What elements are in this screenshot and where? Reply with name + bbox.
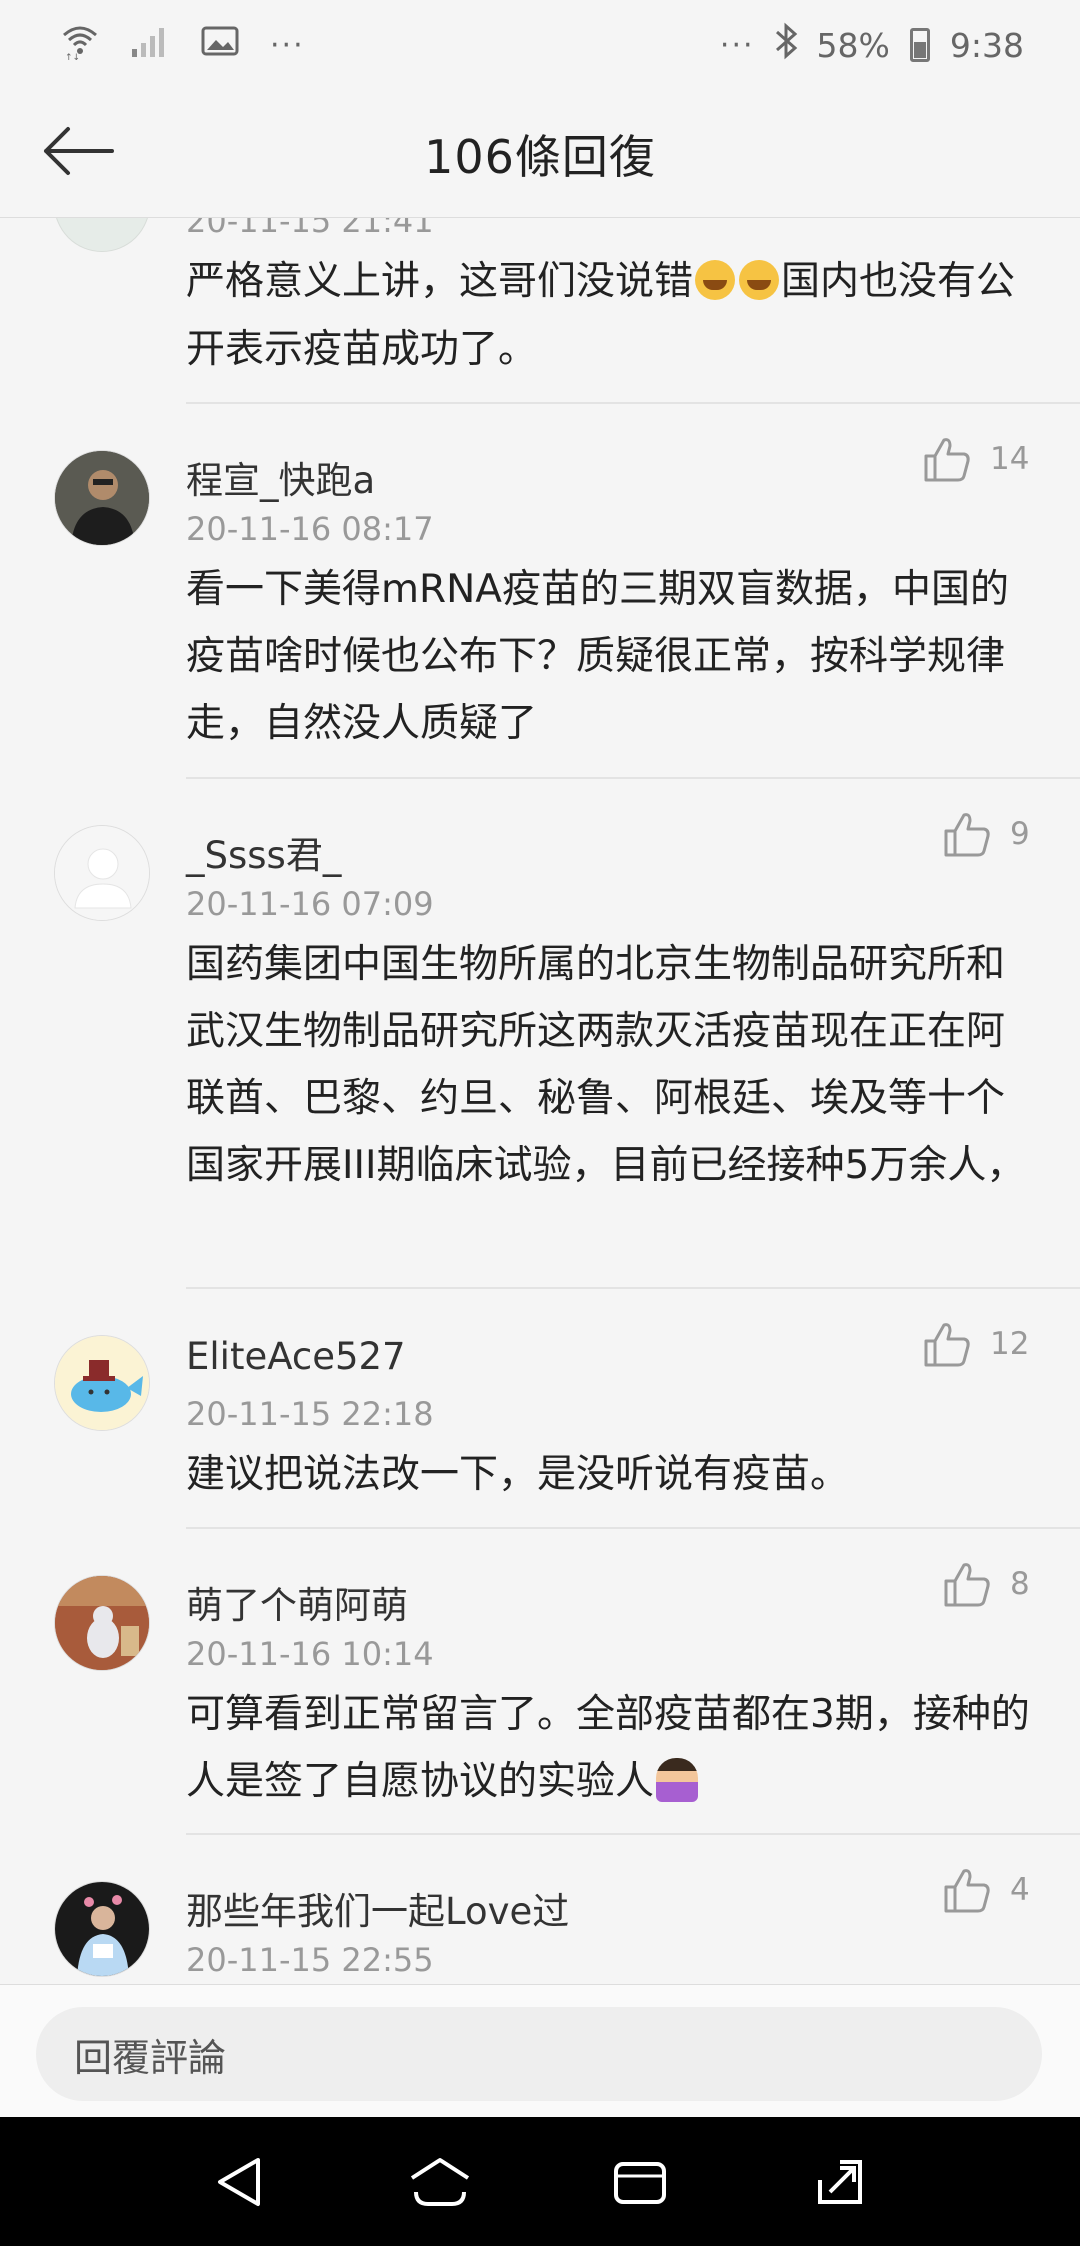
like-count: 12 bbox=[990, 1326, 1030, 1362]
comment-time: 20-11-15 21:41 bbox=[186, 218, 434, 240]
arrow-left-icon bbox=[40, 121, 116, 185]
home-icon bbox=[410, 2157, 470, 2206]
laugh-emoji-icon bbox=[695, 260, 736, 300]
comment-text: 看一下美得mRNA疫苗的三期双盲数据，中国的疫苗啥时候也公布下？质疑很正常，按科… bbox=[186, 567, 1009, 746]
comment-username[interactable]: EliteAce527 bbox=[186, 1335, 406, 1378]
like-button[interactable]: 9 bbox=[942, 809, 1030, 859]
comment-item: _Ssss君_ 20-11-16 07:09 9 国药集团中国生物所属的北京生物… bbox=[0, 779, 1080, 1289]
reply-input[interactable]: 回覆評論 bbox=[36, 2007, 1042, 2101]
comment-username[interactable]: _Ssss君_ bbox=[186, 825, 341, 879]
comment-time: 20-11-16 08:17 bbox=[186, 510, 434, 548]
like-count: 9 bbox=[1010, 816, 1030, 852]
like-button[interactable]: 14 bbox=[922, 434, 1029, 484]
nav-expand-button[interactable] bbox=[800, 2142, 880, 2222]
comment-text: 可算看到正常留言了。全部疫苗都在3期，接种的人是签了自愿协议的实验人 bbox=[186, 1681, 1042, 1815]
comment-text-part: 严格意义上讲，这哥们没说错 bbox=[186, 259, 694, 304]
nav-back-button[interactable] bbox=[200, 2142, 280, 2222]
page-title: 106條回復 bbox=[424, 129, 656, 184]
comment-text: 国药集团中国生物所属的北京生物制品研究所和武汉生物制品研究所这两款灭活疫苗现在正… bbox=[186, 942, 1026, 1188]
comment-item: EliteAce527 20-11-15 22:18 12 建议把说法改一下，是… bbox=[0, 1289, 1080, 1529]
comment-username[interactable]: 那些年我们一起Love过 bbox=[186, 1881, 569, 1935]
comment-item: 萌了个萌阿萌 20-11-16 10:14 8 可算看到正常留言了。全部疫苗都在… bbox=[0, 1529, 1080, 1835]
avatar[interactable] bbox=[54, 1575, 150, 1671]
like-count: 14 bbox=[990, 441, 1030, 477]
battery-icon bbox=[909, 28, 930, 62]
status-left: ↑↓ ··· bbox=[60, 21, 305, 69]
avatar[interactable] bbox=[54, 450, 150, 546]
avatar[interactable] bbox=[54, 218, 150, 252]
comment-text: 建议把说法改一下，是没听说有疫苗。 bbox=[186, 1452, 850, 1497]
app-header: 106條回復 bbox=[0, 90, 1080, 218]
thumbs-up-icon bbox=[944, 1869, 990, 1913]
clock: 9:38 bbox=[949, 25, 1024, 65]
like-button[interactable]: 8 bbox=[942, 1559, 1030, 1609]
avatar[interactable] bbox=[54, 1881, 150, 1977]
image-icon bbox=[200, 23, 240, 67]
svg-text:↑↓: ↑↓ bbox=[65, 53, 80, 61]
bluetooth-icon bbox=[771, 22, 801, 68]
status-bar: ↑↓ ··· ··· 58% 9:38 bbox=[0, 0, 1080, 90]
comment-text-part: 可算看到正常留言了。全部疫苗都在3期，接种的人是签了自愿协议的实验人 bbox=[186, 1692, 1030, 1804]
avatar[interactable] bbox=[54, 825, 150, 921]
comment-time: 20-11-15 22:18 bbox=[186, 1395, 434, 1433]
like-button[interactable]: 4 bbox=[942, 1865, 1030, 1915]
expand-icon bbox=[818, 2159, 862, 2204]
back-button[interactable] bbox=[40, 120, 120, 186]
comment-time: 20-11-16 10:14 bbox=[186, 1635, 434, 1673]
signal-icon bbox=[130, 23, 170, 67]
wifi-icon: ↑↓ bbox=[60, 21, 100, 69]
person-shrug-emoji-icon bbox=[656, 1758, 699, 1802]
comment-time: 20-11-15 22:55 bbox=[186, 1941, 434, 1979]
system-nav-bar bbox=[0, 2117, 1080, 2246]
comment-item: 那些年我们一起Love过 20-11-15 22:55 4 bbox=[0, 1835, 1080, 1984]
recent-apps-icon bbox=[614, 2161, 666, 2204]
status-dots-left: ··· bbox=[270, 27, 305, 63]
like-count: 8 bbox=[1010, 1566, 1030, 1602]
nav-home-button[interactable] bbox=[400, 2142, 480, 2222]
comment-partial: 20-11-15 21:41 严格意义上讲，这哥们没说错 国内也没有公开表示疫苗成… bbox=[0, 218, 1080, 404]
laugh-emoji-icon bbox=[739, 260, 780, 300]
comment-time: 20-11-16 07:09 bbox=[186, 885, 434, 923]
reply-bar: 回覆評論 bbox=[0, 1984, 1080, 2117]
thumbs-up-icon bbox=[924, 438, 970, 482]
thumbs-up-icon bbox=[944, 813, 990, 857]
status-dots-right: ··· bbox=[719, 27, 755, 63]
avatar[interactable] bbox=[54, 1335, 150, 1431]
comment-text: 严格意义上讲，这哥们没说错 国内也没有公开表示疫苗成功了。 bbox=[186, 248, 1036, 384]
triangle-back-icon bbox=[218, 2157, 260, 2206]
status-right: ··· 58% 9:38 bbox=[720, 22, 1024, 68]
nav-recent-button[interactable] bbox=[600, 2142, 680, 2222]
thumbs-up-icon bbox=[924, 1323, 970, 1367]
comment-username[interactable]: 程宣_快跑a bbox=[186, 450, 375, 504]
like-count: 4 bbox=[1010, 1872, 1030, 1908]
thumbs-up-icon bbox=[944, 1563, 990, 1607]
comment-feed[interactable]: 20-11-15 21:41 严格意义上讲，这哥们没说错 国内也没有公开表示疫苗成… bbox=[0, 218, 1080, 1984]
battery-percent: 58% bbox=[816, 25, 890, 65]
comment-username[interactable]: 萌了个萌阿萌 bbox=[186, 1575, 408, 1629]
like-button[interactable]: 12 bbox=[922, 1319, 1029, 1369]
comment-item: 程宣_快跑a 20-11-16 08:17 14 看一下美得mRNA疫苗的三期双… bbox=[0, 404, 1080, 779]
